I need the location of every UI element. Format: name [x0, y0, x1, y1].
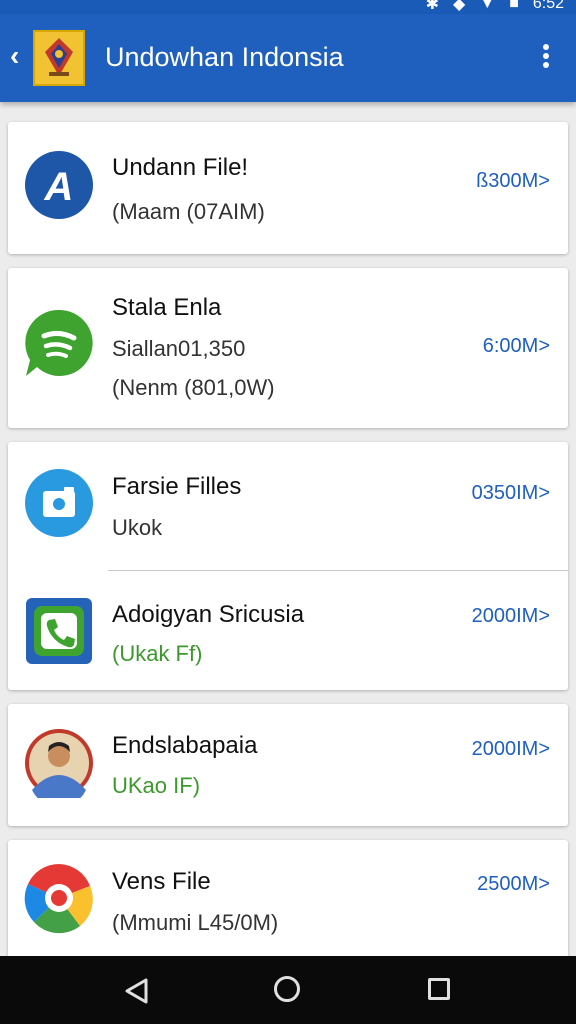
file-card-1[interactable]: A Undann File! (Maam (07AIM) ß300M> — [8, 122, 568, 254]
status-time: 6:52 — [532, 0, 564, 12]
nav-home-icon[interactable] — [274, 976, 300, 1002]
battery-icon: ■ — [509, 0, 519, 12]
item-detail: (Nenm (801,0W) — [112, 375, 275, 400]
status-icons: ✱ ◆ ▼ ■ 6:52 — [426, 0, 564, 14]
app-bar: ‹ Undowhan Indonsia — [0, 14, 576, 102]
item-title: Undann File! — [112, 154, 249, 181]
app-logo — [33, 30, 85, 86]
back-arrow-icon[interactable]: ‹ — [10, 42, 19, 70]
item-title: Adoigyan Sricusia — [112, 601, 305, 628]
file-card-4[interactable]: Endslabapaia UKao IF) 2000IM> — [8, 704, 568, 826]
colorful-wheel-app-icon — [24, 862, 94, 934]
nav-back-icon[interactable] — [124, 978, 150, 1004]
item-subtitle: Ukok — [112, 515, 163, 540]
item-title: Stala Enla — [112, 294, 222, 321]
item-size[interactable]: 2000IM> — [472, 605, 550, 628]
nav-recents-icon[interactable] — [428, 978, 450, 1000]
item-title: Farsie Filles — [112, 473, 242, 500]
chat-bubble-app-icon — [24, 308, 94, 378]
emblem-icon — [45, 38, 73, 76]
item-subtitle: UKao IF) — [112, 773, 201, 798]
item-size[interactable]: 0350IM> — [472, 482, 550, 505]
wifi-icon: ▼ — [479, 0, 496, 12]
file-card-5[interactable]: Vens File (Mmumi L45/0M) 2500M> — [8, 840, 568, 960]
person-photo-avatar — [24, 728, 94, 807]
more-options-icon[interactable] — [542, 44, 550, 72]
item-subtitle: (Mmumi L45/0M) — [112, 910, 279, 935]
phone-app-icon — [24, 596, 94, 666]
item-size[interactable]: ß300M> — [476, 170, 550, 193]
a-letter-app-icon: A — [24, 150, 94, 220]
item-subtitle: (Ukak Ff) — [112, 641, 203, 666]
camera-app-icon — [24, 468, 94, 538]
item-title: Endslabapaia — [112, 732, 258, 759]
notification-icon: ✱ — [425, 0, 440, 13]
file-card-group: Farsie Filles Ukok 0350IM> Adoigyan Sric… — [8, 442, 568, 690]
item-subtitle: Siallan01,350 — [112, 336, 246, 361]
signal-icon: ◆ — [453, 0, 466, 13]
item-size[interactable]: 2500M> — [477, 873, 550, 896]
item-title: Vens File — [112, 868, 211, 895]
item-size[interactable]: 2000IM> — [472, 738, 550, 761]
navigation-bar — [0, 956, 576, 1024]
page-title: Undowhan Indonsia — [105, 42, 344, 72]
list-item[interactable]: Farsie Filles Ukok 0350IM> — [8, 442, 568, 570]
file-card-2[interactable]: Stala Enla Siallan01,350 (Nenm (801,0W) … — [8, 268, 568, 428]
item-size[interactable]: 6:00M> — [483, 335, 550, 358]
svg-text:A: A — [44, 165, 74, 209]
status-bar: ✱ ◆ ▼ ■ 6:52 — [0, 0, 576, 14]
list-item[interactable]: Adoigyan Sricusia (Ukak Ff) 2000IM> — [8, 571, 568, 690]
item-subtitle: (Maam (07AIM) — [112, 199, 265, 224]
